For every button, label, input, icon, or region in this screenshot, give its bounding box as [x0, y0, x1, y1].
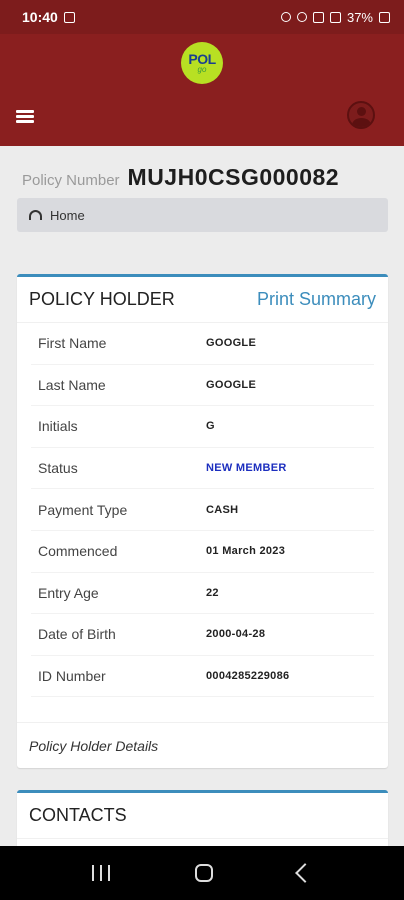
hamburger-menu-icon[interactable] [16, 110, 34, 124]
app-logo[interactable]: POL go [181, 42, 223, 84]
policy-holder-card: POLICY HOLDER Print Summary First Name G… [17, 274, 388, 768]
battery-icon [379, 11, 390, 23]
gallery-notification-icon [63, 11, 75, 23]
dashboard-icon [29, 210, 42, 220]
signal-icon [329, 11, 341, 23]
status-bar: 10:40 37% [0, 0, 404, 34]
user-avatar-icon[interactable] [347, 101, 375, 129]
row-label: Last Name [38, 376, 106, 393]
row-label: ID Number [38, 668, 106, 685]
table-row: First Name GOOGLE [31, 323, 374, 365]
row-value: GOOGLE [206, 337, 257, 350]
policy-holder-details: First Name GOOGLE Last Name GOOGLE Initi… [17, 323, 388, 698]
table-row: Status NEW MEMBER [31, 448, 374, 490]
battery-level: 37% [346, 9, 373, 25]
status-value: NEW MEMBER [206, 462, 287, 475]
alarm-icon [296, 12, 307, 22]
row-value: 0004285229086 [206, 670, 290, 683]
policy-holder-header: POLICY HOLDER Print Summary [17, 277, 388, 323]
row-label: Payment Type [38, 501, 128, 518]
logo-subtext: go [197, 64, 207, 74]
app-header: POL go [0, 34, 404, 146]
lock-icon [280, 12, 291, 22]
row-value: 2000-04-28 [206, 628, 266, 641]
policy-number-label: Policy Number [22, 172, 120, 189]
table-row: Payment Type CASH [31, 489, 374, 531]
table-row: Last Name GOOGLE [31, 365, 374, 407]
row-value: 22 [206, 586, 219, 599]
logo-text: POL [188, 50, 216, 67]
row-value: CASH [206, 503, 239, 516]
row-value: GOOGLE [206, 378, 257, 391]
status-time: 10:40 [22, 9, 58, 25]
wifi-icon [312, 11, 324, 23]
table-row: ID Number 0004285229086 [31, 656, 374, 698]
row-label: Status [38, 460, 78, 477]
main-content: Policy Number MUJH0CSG000082 Home POLICY… [0, 146, 404, 846]
back-icon[interactable] [294, 863, 315, 883]
policy-number-line: Policy Number MUJH0CSG000082 [22, 164, 339, 191]
print-summary-link[interactable]: Print Summary [257, 289, 376, 310]
home-icon[interactable] [194, 864, 213, 882]
row-label: Date of Birth [38, 626, 116, 643]
row-label: Initials [38, 418, 78, 435]
recent-apps-icon[interactable] [92, 865, 111, 881]
contacts-card: CONTACTS [17, 790, 388, 846]
row-label: First Name [38, 335, 107, 352]
contacts-title: CONTACTS [29, 805, 127, 825]
policy-holder-footer: Policy Holder Details [17, 722, 388, 768]
policy-number-value: MUJH0CSG000082 [127, 164, 340, 190]
contacts-header: CONTACTS [17, 793, 388, 839]
system-nav-bar [0, 846, 404, 900]
breadcrumb[interactable]: Home [17, 198, 388, 232]
breadcrumb-home[interactable]: Home [50, 208, 85, 223]
row-value: 01 March 2023 [206, 545, 286, 558]
row-value: G [206, 420, 215, 433]
table-row: Date of Birth 2000-04-28 [31, 614, 374, 656]
table-row: Commenced 01 March 2023 [31, 531, 374, 573]
table-row: Entry Age 22 [31, 573, 374, 615]
row-label: Commenced [38, 543, 118, 560]
row-label: Entry Age [38, 584, 99, 601]
table-row: Initials G [31, 406, 374, 448]
policy-holder-title: POLICY HOLDER [29, 289, 175, 309]
